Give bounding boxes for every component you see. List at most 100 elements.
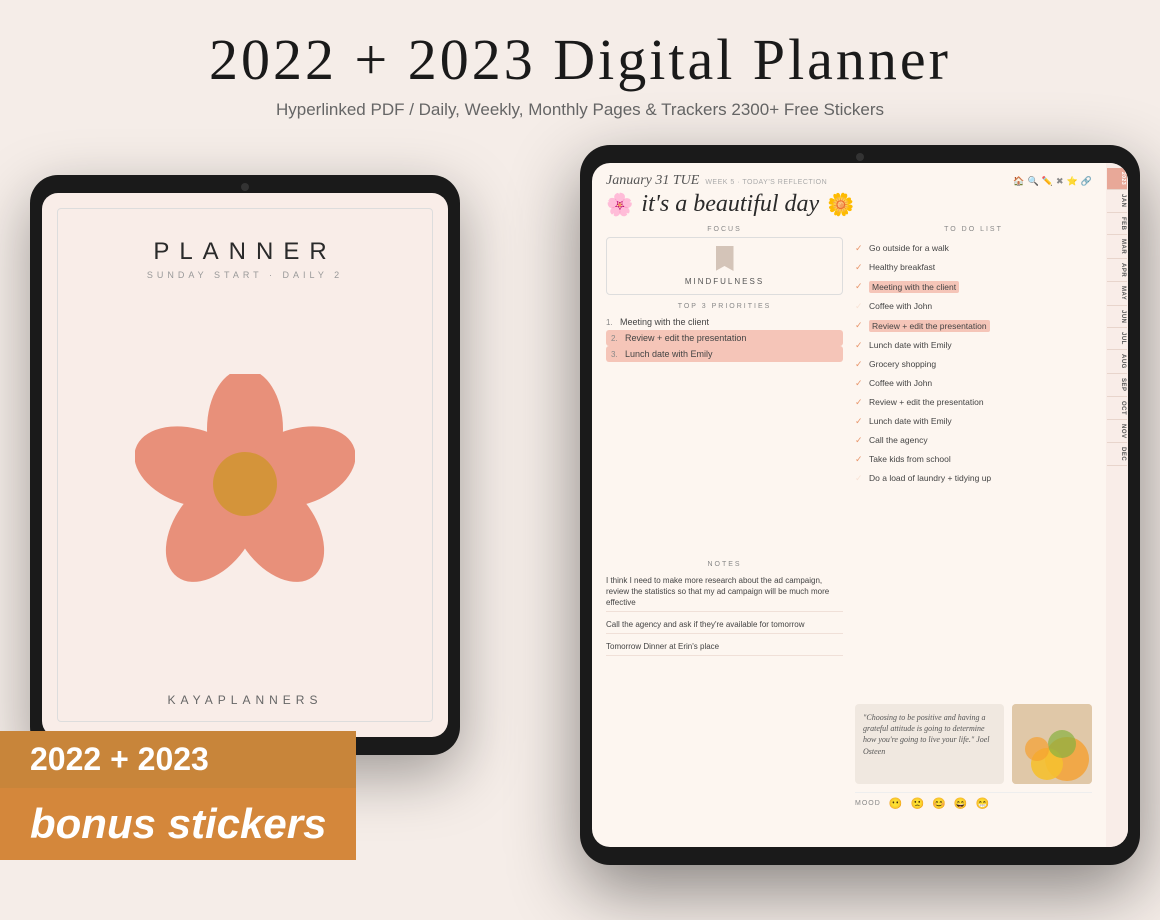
planner-subtitle: SUNDAY START · DAILY 2 bbox=[147, 270, 343, 280]
mood-label: MOOD bbox=[855, 800, 881, 807]
todo-text-7: Grocery shopping bbox=[869, 359, 936, 369]
header-icons: 🏠 🔍 ✏️ ✖ ⭐ 🔗 bbox=[1013, 176, 1092, 187]
home-icon: 🏠 bbox=[1013, 176, 1024, 187]
sidebar-tab-nov[interactable]: NOV bbox=[1107, 420, 1127, 444]
todo-text-3: Meeting with the client bbox=[869, 281, 959, 293]
todo-item-5: ✓ Review + edit the presentation bbox=[855, 318, 1092, 334]
todo-item-9: ✓ Review + edit the presentation bbox=[855, 395, 1092, 410]
sidebar-tab-2023[interactable]: 2023 bbox=[1107, 168, 1127, 190]
priority-num-2: 2. bbox=[611, 334, 621, 343]
priority-1: 1. Meeting with the client bbox=[606, 314, 843, 330]
sidebar-tab-may[interactable]: MAY bbox=[1107, 282, 1127, 305]
sidebar-tab-mar[interactable]: MAR bbox=[1107, 235, 1127, 259]
todo-text-11: Call the agency bbox=[869, 435, 928, 445]
todo-check-13: ✓ bbox=[855, 473, 865, 484]
mood-emoji-3: 😊 bbox=[932, 797, 946, 810]
todo-item-7: ✓ Grocery shopping bbox=[855, 357, 1092, 372]
todo-item-4: ✓ Coffee with John bbox=[855, 299, 1092, 314]
todo-header: TO DO LIST bbox=[855, 226, 1092, 233]
note-2: Call the agency and ask if they're avail… bbox=[606, 616, 843, 634]
todo-text-10: Lunch date with Emily bbox=[869, 416, 952, 426]
priority-text-2: Review + edit the presentation bbox=[625, 333, 746, 343]
todo-item-3: ✓ Meeting with the client bbox=[855, 279, 1092, 295]
todo-check-9: ✓ bbox=[855, 397, 865, 408]
todo-item-6: ✓ Lunch date with Emily bbox=[855, 338, 1092, 353]
planner-title: PLANNER bbox=[147, 238, 343, 266]
left-tablet: PLANNER SUNDAY START · DAILY 2 bbox=[30, 175, 460, 755]
sub-title: Hyperlinked PDF / Daily, Weekly, Monthly… bbox=[0, 100, 1160, 120]
planner-cover: PLANNER SUNDAY START · DAILY 2 bbox=[42, 193, 448, 737]
notes-label: NOTES bbox=[606, 561, 843, 568]
note-3: Tomorrow Dinner at Erin's place bbox=[606, 638, 843, 656]
sidebar-tab-oct[interactable]: OCT bbox=[1107, 397, 1127, 420]
search-icon: 🔍 bbox=[1028, 176, 1039, 187]
todo-text-4: Coffee with John bbox=[869, 301, 932, 311]
todo-item-2: ✓ Healthy breakfast bbox=[855, 260, 1092, 275]
right-tablet: January 31 TUE WEEK 5 · TODAY'S REFLECTI… bbox=[580, 145, 1140, 865]
mood-row: MOOD 😶 🙁 😊 😄 😁 bbox=[855, 792, 1092, 810]
mood-emoji-2: 🙁 bbox=[910, 797, 924, 810]
page-date: January 31 TUE bbox=[606, 173, 699, 189]
flower-right-icon: 🌼 bbox=[827, 192, 854, 218]
priorities-label: TOP 3 PRIORITIES bbox=[606, 303, 843, 310]
focus-label: FOCUS bbox=[606, 226, 843, 233]
todo-check-7: ✓ bbox=[855, 359, 865, 370]
todo-text-9: Review + edit the presentation bbox=[869, 397, 984, 407]
priorities-section: TOP 3 PRIORITIES 1. Meeting with the cli… bbox=[606, 303, 843, 553]
todo-check-4: ✓ bbox=[855, 301, 865, 312]
sidebar-tab-dec[interactable]: DEC bbox=[1107, 443, 1127, 466]
mood-emoji-5: 😁 bbox=[976, 797, 990, 810]
todo-item-11: ✓ Call the agency bbox=[855, 433, 1092, 448]
todo-text-8: Coffee with John bbox=[869, 378, 932, 388]
todo-text-13: Do a load of laundry + tidying up bbox=[869, 473, 991, 483]
sidebar-tab-jun[interactable]: JUN bbox=[1107, 306, 1127, 329]
bonus-sticker-badge: bonus stickers bbox=[0, 788, 356, 860]
sidebar-tab-aug[interactable]: AUG bbox=[1107, 350, 1127, 374]
todo-check-6: ✓ bbox=[855, 340, 865, 351]
focus-text: MINDFULNESS bbox=[615, 277, 834, 286]
bonus-overlay: 2022 + 2023 bonus stickers bbox=[0, 731, 356, 860]
priority-3: 3. Lunch date with Emily bbox=[606, 346, 843, 362]
priority-num-1: 1. bbox=[606, 318, 616, 327]
todo-check-1: ✓ bbox=[855, 243, 865, 254]
priority-text-3: Lunch date with Emily bbox=[625, 349, 713, 359]
todo-check-3: ✓ bbox=[855, 281, 865, 292]
todo-text-1: Go outside for a walk bbox=[869, 243, 949, 253]
link-icon: 🔗 bbox=[1081, 176, 1092, 187]
todo-check-8: ✓ bbox=[855, 378, 865, 389]
planner-title-area: PLANNER SUNDAY START · DAILY 2 bbox=[147, 238, 343, 280]
quote-box: "Choosing to be positive and having a gr… bbox=[855, 704, 1004, 784]
beautiful-day-heading: 🌸 it's a beautiful day 🌼 bbox=[606, 191, 1092, 218]
mood-emoji-4: 😄 bbox=[954, 797, 968, 810]
edit-icon: ✏️ bbox=[1042, 176, 1053, 187]
right-tablet-screen: January 31 TUE WEEK 5 · TODAY'S REFLECTI… bbox=[592, 163, 1128, 847]
note-1: I think I need to make more research abo… bbox=[606, 572, 843, 613]
priority-num-3: 3. bbox=[611, 350, 621, 359]
right-column: TO DO LIST ✓ Go outside for a walk ✓ Hea… bbox=[855, 226, 1092, 810]
todo-check-2: ✓ bbox=[855, 262, 865, 273]
sidebar-tab-apr[interactable]: APR bbox=[1107, 259, 1127, 282]
sidebar-tab-jul[interactable]: JUL bbox=[1107, 328, 1127, 350]
left-column: FOCUS MINDFULNESS TOP 3 PRIORITIES bbox=[606, 226, 843, 810]
close-icon: ✖ bbox=[1056, 176, 1064, 187]
todo-item-8: ✓ Coffee with John bbox=[855, 376, 1092, 391]
sidebar-tab-feb[interactable]: FEB bbox=[1107, 213, 1127, 236]
page-main: January 31 TUE WEEK 5 · TODAY'S REFLECTI… bbox=[592, 163, 1106, 847]
planner-brand: KAYAPLANNERS bbox=[168, 693, 323, 707]
todo-text-2: Healthy breakfast bbox=[869, 262, 935, 272]
sidebar-tab-jan[interactable]: JAN bbox=[1107, 190, 1127, 213]
page-background: 2022 + 2023 Digital Planner Hyperlinked … bbox=[0, 0, 1160, 920]
page-sidebar: 2023 JAN FEB MAR APR MAY JUN JUL AUG SEP… bbox=[1106, 163, 1128, 847]
left-tablet-camera bbox=[241, 183, 249, 191]
focus-box: MINDFULNESS bbox=[606, 237, 843, 295]
priority-2: 2. Review + edit the presentation bbox=[606, 330, 843, 346]
page-header: 2022 + 2023 Digital Planner Hyperlinked … bbox=[0, 0, 1160, 130]
focus-section: FOCUS MINDFULNESS bbox=[606, 226, 843, 295]
todo-item-1: ✓ Go outside for a walk bbox=[855, 241, 1092, 256]
todo-check-10: ✓ bbox=[855, 416, 865, 427]
quote-image-area: "Choosing to be positive and having a gr… bbox=[855, 704, 1092, 784]
main-title: 2022 + 2023 Digital Planner bbox=[0, 28, 1160, 92]
page-top-row: January 31 TUE WEEK 5 · TODAY'S REFLECTI… bbox=[606, 173, 1092, 189]
sidebar-tab-sep[interactable]: SEP bbox=[1107, 374, 1127, 397]
cover-flower bbox=[135, 374, 355, 599]
